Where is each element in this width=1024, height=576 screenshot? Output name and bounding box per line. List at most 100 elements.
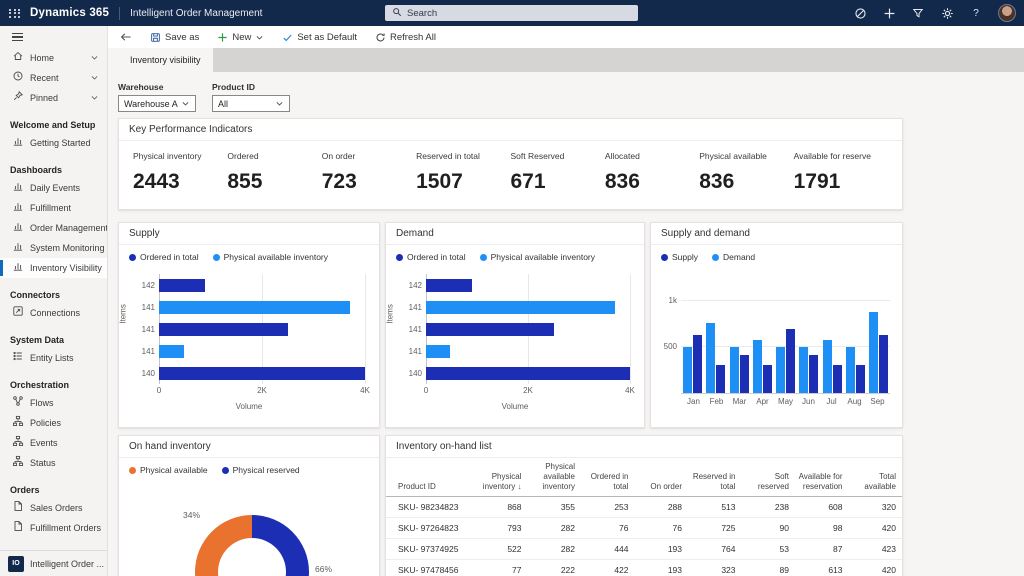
table-row[interactable]: SKU- 98234823868355253288513238608320: [386, 497, 902, 518]
bar-ordered-in-total: [426, 323, 554, 336]
supply-and-demand-chart-card: Supply and demand SupplyDemand5001kJanFe…: [650, 222, 903, 428]
x-tick-label: Aug: [844, 397, 865, 406]
column-header-total-available[interactable]: Total available: [849, 458, 903, 497]
hbar-row: 141: [159, 318, 365, 340]
kpi-label: Physical available: [699, 151, 793, 161]
product-id-select[interactable]: All: [212, 95, 290, 112]
column-header-soft-reserved[interactable]: Soft reserved: [742, 458, 796, 497]
legend-item-ordered-in-total[interactable]: Ordered in total: [129, 252, 199, 262]
policy-icon: [12, 414, 24, 432]
legend-label: Supply: [672, 252, 698, 262]
sidebar-item-daily-events[interactable]: Daily Events: [0, 178, 107, 198]
sidebar-footer-app-switcher[interactable]: IO Intelligent Order ...: [0, 550, 107, 576]
table-row[interactable]: SKU- 973749255222824441937645387423: [386, 539, 902, 560]
hamburger-menu-icon[interactable]: [0, 26, 107, 48]
sidebar-item-events[interactable]: Events: [0, 433, 107, 453]
bar-supply: [809, 355, 818, 393]
legend-item-physical-available-inventory[interactable]: Physical available inventory: [480, 252, 595, 262]
kpi-physical-inventory: Physical inventory2443: [133, 151, 227, 194]
sidebar-section-header: Welcome and Setup: [0, 117, 107, 133]
chevron-down-icon: [255, 33, 264, 42]
legend-dot: [213, 254, 220, 261]
settings-gear-icon[interactable]: [940, 6, 954, 20]
global-search-box[interactable]: [385, 5, 638, 21]
sidebar-item-pinned[interactable]: Pinned: [0, 88, 107, 108]
sidebar-item-inventory-visibility[interactable]: Inventory Visibility: [0, 258, 107, 278]
table-row[interactable]: SKU- 974784567722242219332389613420: [386, 560, 902, 576]
user-avatar[interactable]: [998, 4, 1016, 22]
chart-legend: Ordered in total Physical available inven…: [119, 245, 379, 266]
new-button[interactable]: New: [217, 32, 264, 43]
sidebar-item-entity-lists[interactable]: Entity Lists: [0, 348, 107, 368]
chart-icon: [12, 239, 24, 257]
chevron-down-icon[interactable]: [90, 69, 99, 87]
search-input[interactable]: [407, 8, 607, 19]
back-button[interactable]: [120, 31, 132, 43]
bar-supply: [856, 365, 865, 393]
bar-demand: [799, 347, 808, 393]
kpi-label: Ordered: [227, 151, 321, 161]
set-as-default-button[interactable]: Set as Default: [282, 32, 357, 43]
column-header-physical-available-inventory[interactable]: Physical available inventory: [528, 458, 582, 497]
compass-icon[interactable]: [853, 6, 867, 20]
tab-inventory-visibility[interactable]: Inventory visibility: [118, 48, 213, 72]
kpi-soft-reserved: Soft Reserved671: [511, 151, 605, 194]
search-icon: [392, 4, 402, 22]
supply-chart-title: Supply: [119, 223, 379, 245]
sidebar-item-sales-orders[interactable]: Sales Orders: [0, 498, 107, 518]
app-name: Intelligent Order Management: [130, 8, 262, 19]
sidebar-item-home[interactable]: Home: [0, 48, 107, 68]
sidebar-item-fulfillment-orders[interactable]: Fulfillment Orders: [0, 518, 107, 538]
legend-item-physical-available-inventory[interactable]: Physical available inventory: [213, 252, 328, 262]
sidebar-item-policies[interactable]: Policies: [0, 413, 107, 433]
column-header-on-order[interactable]: On order: [635, 458, 689, 497]
sidebar-item-label: Sales Orders: [30, 503, 83, 513]
save-as-button[interactable]: Save as: [150, 32, 199, 43]
table-row[interactable]: SKU- 9726482379328276767259098420: [386, 518, 902, 539]
plus-icon[interactable]: [882, 6, 896, 20]
sidebar-item-getting-started[interactable]: Getting Started: [0, 133, 107, 153]
legend-item-supply[interactable]: Supply: [661, 252, 698, 262]
legend-item-ordered-in-total[interactable]: Ordered in total: [396, 252, 466, 262]
column-header-reserved-in-total[interactable]: Reserved in total: [688, 458, 742, 497]
y-axis-title: Items: [119, 304, 128, 324]
chart-icon: [12, 179, 24, 197]
filter-icon[interactable]: [911, 6, 925, 20]
sidebar-item-connections[interactable]: Connections: [0, 303, 107, 323]
x-tick-label: Jul: [821, 397, 842, 406]
column-header-available-for-reservation[interactable]: Available for reservation: [795, 458, 849, 497]
sidebar-item-system-monitoring[interactable]: System Monitoring: [0, 238, 107, 258]
help-icon[interactable]: ?: [969, 6, 983, 20]
hbar-row: 141: [426, 296, 630, 318]
pin-icon: [12, 89, 24, 107]
chevron-down-icon[interactable]: [90, 89, 99, 107]
table-cell: 253: [581, 497, 635, 518]
hbar-plot: 142141141141140: [159, 274, 365, 384]
legend-label: Physical available inventory: [224, 252, 328, 262]
sidebar-item-label: Fulfillment: [30, 203, 71, 213]
chevron-down-icon[interactable]: [90, 49, 99, 67]
table-cell: 764: [688, 539, 742, 560]
column-header-physical-inventory[interactable]: Physical inventory ↓: [474, 458, 528, 497]
sidebar-item-status[interactable]: Status: [0, 453, 107, 473]
app-launcher-waffle-icon[interactable]: [0, 0, 30, 26]
table-cell: SKU- 97478456: [386, 560, 474, 576]
bar-demand: [706, 323, 715, 393]
bar-group-apr: [753, 340, 772, 393]
sidebar-item-fulfillment[interactable]: Fulfillment: [0, 198, 107, 218]
gridline: [365, 274, 366, 384]
sidebar-item-label: Connections: [30, 308, 80, 318]
refresh-all-button[interactable]: Refresh All: [375, 32, 436, 43]
warehouse-select[interactable]: Warehouse A: [118, 95, 196, 112]
hbar-plot: 142141141141140: [426, 274, 630, 384]
sidebar-item-recent[interactable]: Recent: [0, 68, 107, 88]
sidebar-item-flows[interactable]: Flows: [0, 393, 107, 413]
legend-item-demand[interactable]: Demand: [712, 252, 755, 262]
column-header-product-id[interactable]: Product ID: [386, 458, 474, 497]
bar-group-aug: [846, 347, 865, 393]
sidebar-item-order-management[interactable]: Order Management: [0, 218, 107, 238]
legend-item-physical-reserved[interactable]: Physical reserved: [222, 465, 300, 475]
legend-item-physical-available[interactable]: Physical available: [129, 465, 208, 475]
app-switcher-label: Intelligent Order ...: [30, 559, 104, 569]
column-header-ordered-in-total[interactable]: Ordered in total: [581, 458, 635, 497]
